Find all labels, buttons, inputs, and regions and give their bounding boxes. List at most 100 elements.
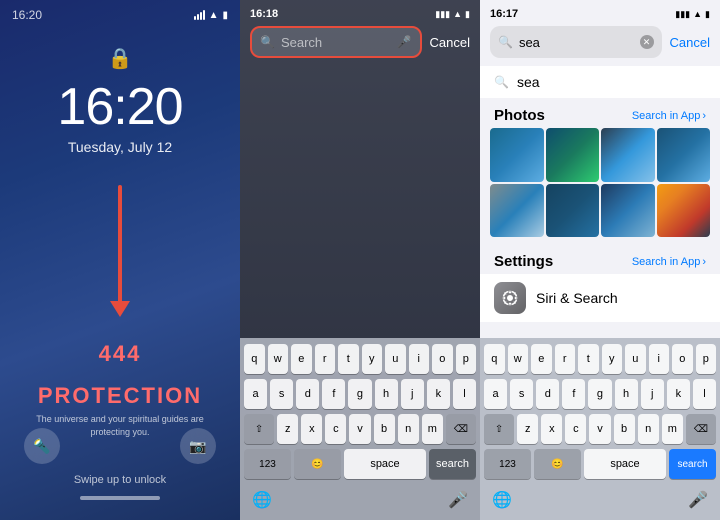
res-key-shift[interactable]: ⇧	[484, 414, 514, 444]
key-x[interactable]: x	[301, 414, 322, 444]
key-c[interactable]: c	[325, 414, 346, 444]
key-f[interactable]: f	[322, 379, 345, 409]
search-input-empty[interactable]: 🔍 Search 🎤	[250, 26, 422, 58]
key-z[interactable]: z	[277, 414, 298, 444]
battery-icon: ▮	[222, 10, 228, 21]
key-u[interactable]: u	[385, 344, 406, 374]
key-emoji[interactable]: 😊	[294, 449, 341, 479]
wifi-icon: ▲	[209, 10, 219, 21]
key-space[interactable]: space	[344, 449, 426, 479]
res-key-g[interactable]: g	[588, 379, 611, 409]
key-123[interactable]: 123	[244, 449, 291, 479]
key-t[interactable]: t	[338, 344, 359, 374]
res-key-h[interactable]: h	[615, 379, 638, 409]
key-i[interactable]: i	[409, 344, 430, 374]
res-key-j[interactable]: j	[641, 379, 664, 409]
key-w[interactable]: w	[268, 344, 289, 374]
res-key-k[interactable]: k	[667, 379, 690, 409]
photo-thumb-2[interactable]	[546, 128, 600, 182]
key-l[interactable]: l	[453, 379, 476, 409]
photo-thumb-6[interactable]	[546, 184, 600, 238]
res-key-a[interactable]: a	[484, 379, 507, 409]
cancel-button-empty[interactable]: Cancel	[430, 35, 470, 50]
key-d[interactable]: d	[296, 379, 319, 409]
mic-icon-empty[interactable]: 🎤	[397, 35, 412, 49]
keyboard-row-4: 123 😊 space search	[244, 449, 476, 479]
clear-button[interactable]: ✕	[640, 35, 654, 49]
key-v[interactable]: v	[349, 414, 370, 444]
res-globe-icon[interactable]: 🌐	[488, 486, 516, 514]
suggestion-row[interactable]: 🔍 sea	[480, 66, 720, 98]
camera-button[interactable]: 📷	[180, 428, 216, 464]
photo-thumb-4[interactable]	[657, 128, 711, 182]
key-q[interactable]: q	[244, 344, 265, 374]
photo-thumb-1[interactable]	[490, 128, 544, 182]
res-key-e[interactable]: e	[531, 344, 552, 374]
res-key-s[interactable]: s	[510, 379, 533, 409]
res-mic-icon[interactable]: 🎤	[684, 486, 712, 514]
key-g[interactable]: g	[348, 379, 371, 409]
signal-strength	[194, 10, 205, 20]
key-r[interactable]: r	[315, 344, 336, 374]
res-key-i[interactable]: i	[649, 344, 670, 374]
res-key-emoji[interactable]: 😊	[534, 449, 581, 479]
res-key-l[interactable]: l	[693, 379, 716, 409]
photo-thumb-7[interactable]	[601, 184, 655, 238]
res-key-r[interactable]: r	[555, 344, 576, 374]
res-key-t[interactable]: t	[578, 344, 599, 374]
results-cancel-button[interactable]: Cancel	[670, 35, 710, 50]
res-key-c[interactable]: c	[565, 414, 586, 444]
settings-search-in-app[interactable]: Search in App ›	[632, 256, 706, 268]
keyboard-row-3: ⇧ z x c v b n m ⌫	[244, 414, 476, 444]
res-key-n[interactable]: n	[638, 414, 659, 444]
photo-thumb-3[interactable]	[601, 128, 655, 182]
photo-thumb-8[interactable]	[657, 184, 711, 238]
key-search[interactable]: search	[429, 449, 476, 479]
res-key-delete[interactable]: ⌫	[686, 414, 716, 444]
res-key-o[interactable]: o	[672, 344, 693, 374]
key-j[interactable]: j	[401, 379, 424, 409]
settings-app-icon	[494, 282, 526, 314]
home-bar[interactable]	[80, 496, 160, 500]
key-y[interactable]: y	[362, 344, 383, 374]
res-key-w[interactable]: w	[508, 344, 529, 374]
res-key-x[interactable]: x	[541, 414, 562, 444]
res-key-d[interactable]: d	[536, 379, 559, 409]
results-status-bar: 16:17 ▮▮▮ ▲ ▮	[480, 0, 720, 26]
down-arrow-icon	[118, 185, 122, 305]
mic-icon-keyboard[interactable]: 🎤	[444, 486, 472, 514]
res-key-y[interactable]: y	[602, 344, 623, 374]
res-key-space[interactable]: space	[584, 449, 666, 479]
results-input-box[interactable]: 🔍 sea ✕	[490, 26, 662, 58]
search-magnify-icon: 🔍	[260, 35, 275, 49]
key-shift[interactable]: ⇧	[244, 414, 274, 444]
key-e[interactable]: e	[291, 344, 312, 374]
key-a[interactable]: a	[244, 379, 267, 409]
res-key-v[interactable]: v	[589, 414, 610, 444]
res-key-search[interactable]: search	[669, 449, 716, 479]
res-key-f[interactable]: f	[562, 379, 585, 409]
photos-grid[interactable]	[480, 128, 720, 245]
key-n[interactable]: n	[398, 414, 419, 444]
flashlight-button[interactable]: 🔦	[24, 428, 60, 464]
key-k[interactable]: k	[427, 379, 450, 409]
res-key-z[interactable]: z	[517, 414, 538, 444]
res-key-m[interactable]: m	[662, 414, 683, 444]
key-p[interactable]: p	[456, 344, 477, 374]
key-b[interactable]: b	[374, 414, 395, 444]
photos-title: Photos	[494, 107, 545, 124]
res-key-u[interactable]: u	[625, 344, 646, 374]
key-h[interactable]: h	[375, 379, 398, 409]
res-key-123[interactable]: 123	[484, 449, 531, 479]
key-o[interactable]: o	[432, 344, 453, 374]
res-key-q[interactable]: q	[484, 344, 505, 374]
res-key-p[interactable]: p	[696, 344, 717, 374]
key-delete[interactable]: ⌫	[446, 414, 476, 444]
key-s[interactable]: s	[270, 379, 293, 409]
photos-search-in-app[interactable]: Search in App ›	[632, 110, 706, 122]
photo-thumb-5[interactable]	[490, 184, 544, 238]
res-key-b[interactable]: b	[614, 414, 635, 444]
siri-search-row[interactable]: Siri & Search	[480, 274, 720, 322]
key-m[interactable]: m	[422, 414, 443, 444]
globe-icon[interactable]: 🌐	[248, 486, 276, 514]
